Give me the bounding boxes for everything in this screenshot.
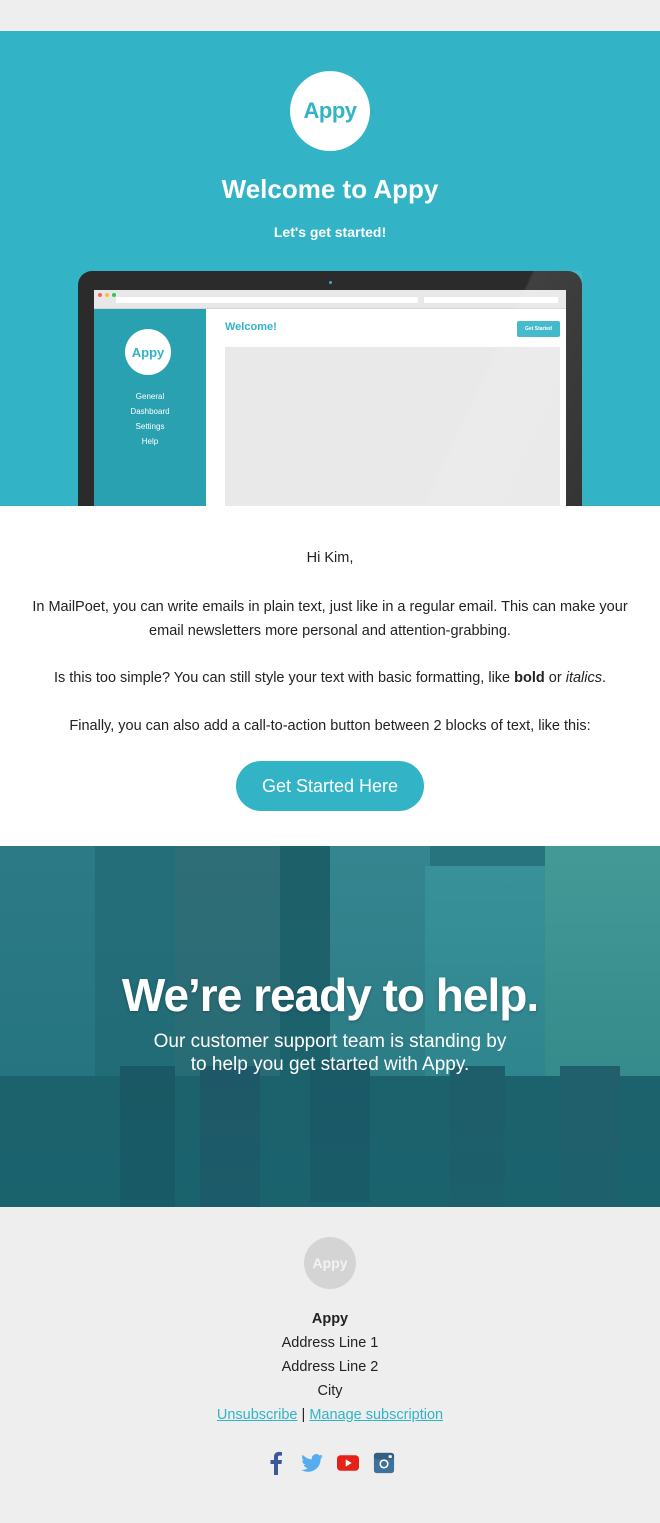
laptop-mockup: Appy General Dashboard Settings Help Wel… <box>78 271 582 506</box>
mockup-nav-general: General <box>135 392 165 401</box>
footer-address-line-2: Address Line 2 <box>281 1359 379 1375</box>
mockup-nav-settings: Settings <box>135 422 165 431</box>
close-dot-icon <box>98 293 102 297</box>
hero-subtitle: Let's get started! <box>273 224 387 240</box>
formatting-text: Is this too simple? You can still style … <box>53 670 515 686</box>
browser-address-bar <box>116 297 418 303</box>
help-overlay <box>0 846 660 1207</box>
or-text: or <box>544 670 566 686</box>
get-started-here-button[interactable]: Get Started Here <box>236 761 424 811</box>
bold-text: bold <box>514 670 545 686</box>
footer-address: Appy Address Line 1 Address Line 2 City … <box>0 1307 660 1427</box>
hero-section: Appy Welcome to Appy Let's get started! … <box>0 31 660 506</box>
hero-title: Welcome to Appy <box>221 174 439 204</box>
help-subtitle-line-2: to help you get started with Appy. <box>190 1054 470 1075</box>
footer-logo: Appy <box>304 1237 356 1289</box>
greeting: Hi Kim, <box>306 550 354 566</box>
help-title: We’re ready to help. <box>121 969 539 1021</box>
help-subtitle: Our customer support team is standing by… <box>0 1030 660 1076</box>
mockup-get-started-button: Get Started <box>517 321 560 337</box>
link-separator: | <box>301 1407 306 1423</box>
appy-logo: Appy <box>290 71 370 151</box>
paragraph-intro: In MailPoet, you can write emails in pla… <box>32 599 628 639</box>
browser-search-bar <box>424 297 558 303</box>
mockup-content-placeholder <box>225 347 560 506</box>
help-banner: We’re ready to help. Our customer suppor… <box>0 846 660 1207</box>
window-controls <box>98 293 116 297</box>
mockup-nav-dashboard: Dashboard <box>130 407 170 416</box>
twitter-icon[interactable] <box>301 1451 323 1475</box>
top-spacer <box>0 0 660 31</box>
mockup-sidebar: Appy General Dashboard Settings Help <box>94 309 206 506</box>
period-text: . <box>601 670 607 686</box>
footer-links: Unsubscribe | Manage subscription <box>0 1403 660 1427</box>
mockup-logo: Appy <box>125 329 171 375</box>
youtube-icon[interactable] <box>337 1451 359 1475</box>
italic-text: italics <box>565 670 602 686</box>
paragraph-formatting: Is this too simple? You can still style … <box>18 666 642 690</box>
footer: Appy Appy Address Line 1 Address Line 2 … <box>0 1207 660 1523</box>
manage-subscription-link[interactable]: Manage subscription <box>309 1407 443 1423</box>
mockup-nav-help: Help <box>141 437 159 446</box>
footer-city: City <box>317 1383 343 1399</box>
laptop-camera <box>329 281 332 284</box>
browser-toolbar <box>94 290 566 309</box>
help-subtitle-line-1: Our customer support team is standing by <box>153 1031 507 1052</box>
social-links <box>0 1451 660 1475</box>
minimize-dot-icon <box>105 293 109 297</box>
laptop-screen: Appy General Dashboard Settings Help Wel… <box>94 290 566 506</box>
mockup-nav: General Dashboard Settings Help <box>94 389 206 449</box>
footer-org-name: Appy <box>311 1311 349 1327</box>
facebook-icon[interactable] <box>265 1451 287 1475</box>
unsubscribe-link[interactable]: Unsubscribe <box>217 1407 298 1423</box>
body-section: Hi Kim, In MailPoet, you can write email… <box>0 506 660 846</box>
mockup-welcome: Welcome! <box>225 321 277 333</box>
instagram-icon[interactable] <box>373 1451 395 1475</box>
mockup-main: Welcome! Get Started <box>206 309 566 506</box>
paragraph-cta: Finally, you can also add a call-to-acti… <box>69 718 591 734</box>
footer-address-line-1: Address Line 1 <box>281 1335 379 1351</box>
